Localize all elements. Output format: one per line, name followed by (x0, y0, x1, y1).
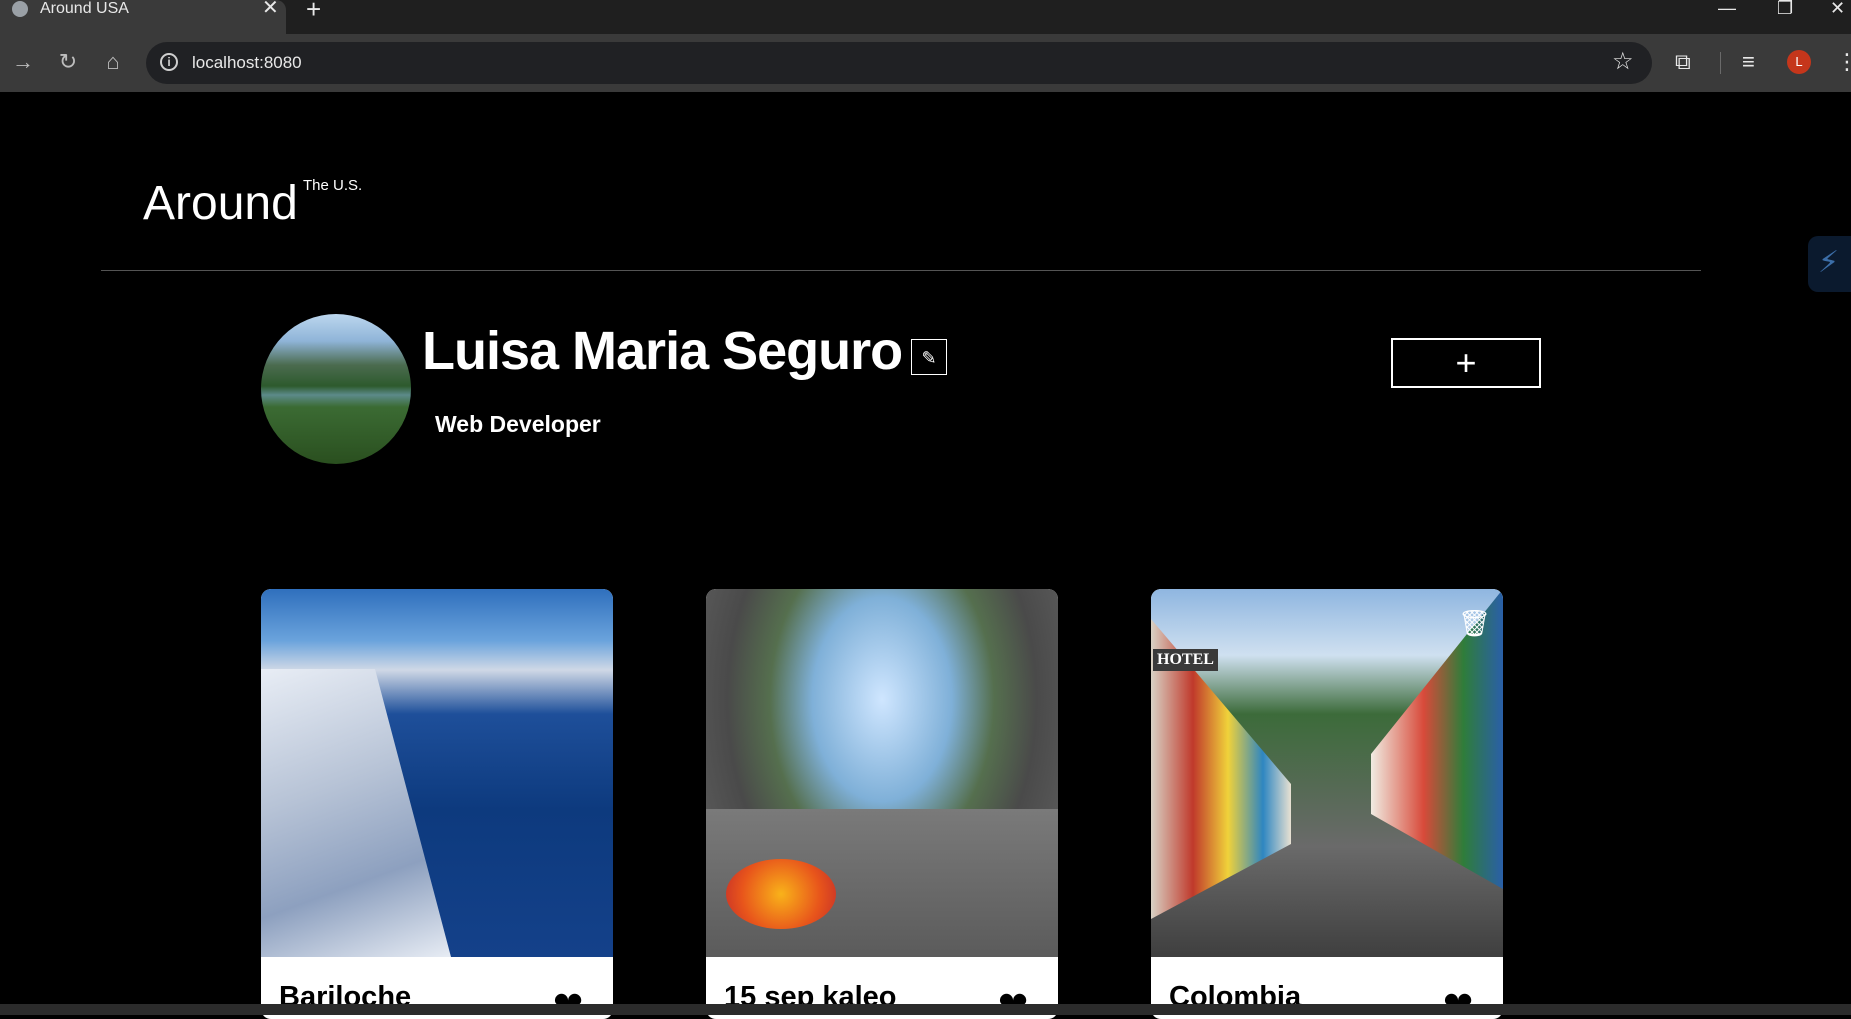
browser-tab[interactable]: Around USA ✕ (0, 0, 286, 34)
bookmark-star-icon[interactable]: ☆ (1612, 48, 1634, 76)
new-tab-icon[interactable]: + (306, 0, 321, 22)
image-detail (726, 859, 836, 929)
card-image[interactable] (261, 589, 613, 957)
home-icon[interactable]: ⌂ (99, 48, 127, 76)
address-bar[interactable]: i localhost:8080 ☆ (146, 42, 1652, 84)
profile-name: Luisa Maria Seguro (422, 321, 903, 381)
trash-icon[interactable]: 🗑 (1458, 609, 1491, 637)
extensions-icon[interactable]: ⧉ (1675, 48, 1691, 76)
card-bariloche: Bariloche ❤ (261, 589, 613, 1019)
profile-job: Web Developer (435, 411, 601, 437)
profile-avatar-button[interactable]: L (1787, 50, 1811, 74)
close-tab-icon[interactable]: ✕ (262, 0, 279, 18)
card-image[interactable]: HOTEL 🗑 (1151, 589, 1503, 957)
globe-icon (12, 1, 28, 17)
card-image[interactable] (706, 589, 1058, 957)
tab-title: Around USA (40, 0, 129, 17)
site-info-icon[interactable]: i (160, 53, 178, 71)
lightning-icon: ⚡ (1818, 246, 1840, 279)
avatar[interactable] (261, 314, 411, 464)
reload-icon[interactable]: ↻ (54, 48, 82, 76)
card-colombia: HOTEL 🗑 Colombia ❤ (1151, 589, 1503, 1019)
media-control-icon[interactable]: ≡ (1742, 48, 1755, 76)
taskbar-edge (0, 1004, 1851, 1015)
image-detail (261, 669, 451, 957)
restore-icon[interactable]: ❐ (1777, 0, 1793, 18)
logo-superscript: The U.S. (303, 177, 363, 194)
edit-profile-button[interactable]: ✎ (911, 339, 947, 375)
card-15-sep-kaleo: 15 sep kaleo ❤ (706, 589, 1058, 1019)
browser-tabstrip: Around USA ✕ + — ❐ ✕ (0, 0, 1851, 34)
side-panel-widget[interactable]: ⚡ (1808, 236, 1851, 292)
minimize-icon[interactable]: — (1718, 0, 1736, 18)
header-divider (101, 270, 1701, 271)
logo-text: Around (143, 177, 298, 230)
hotel-sign: HOTEL (1153, 649, 1218, 671)
add-card-button[interactable]: + (1391, 338, 1541, 388)
url-text: localhost:8080 (192, 53, 302, 72)
toolbar-divider (1720, 52, 1721, 74)
forward-arrow-icon[interactable]: → (9, 48, 37, 76)
more-vert-icon[interactable]: ⋮ (1836, 48, 1851, 76)
close-window-icon[interactable]: ✕ (1830, 0, 1845, 18)
browser-toolbar: → ↻ ⌂ i localhost:8080 ☆ ⧉ ≡ L ⋮ (0, 34, 1851, 92)
